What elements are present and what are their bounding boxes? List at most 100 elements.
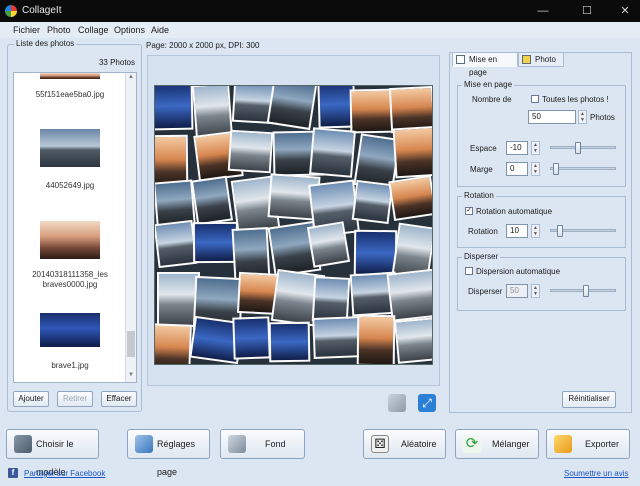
shuffle-button[interactable]: ⟳ Mélanger: [455, 429, 539, 459]
photo-thumbnail[interactable]: [40, 129, 100, 167]
collage-photo-tile[interactable]: [227, 129, 274, 174]
rotation-group-title: Rotation: [462, 191, 496, 200]
photo-count-stepper[interactable]: ▲ ▼: [578, 110, 587, 124]
export-folder-icon: [554, 435, 572, 453]
layout-group: Mise en page Nombre de Toutes les photos…: [457, 80, 626, 187]
facebook-icon[interactable]: f: [8, 468, 18, 478]
random-button[interactable]: ⚄ Aléatoire: [363, 429, 446, 459]
fit-screen-icon[interactable]: ⤢: [418, 394, 436, 412]
choose-model-button[interactable]: Choisir le modèle: [6, 429, 99, 477]
submit-review-link[interactable]: Soumettre un avis: [564, 469, 628, 478]
menu-bar: Fichier Photo Collage Options Aide: [0, 22, 640, 38]
collage-photo-tile[interactable]: [268, 321, 311, 363]
photo-thumbnail[interactable]: [40, 313, 100, 347]
collage-photo-tile[interactable]: [232, 316, 271, 360]
collage-photo-tile[interactable]: [394, 317, 432, 364]
close-button[interactable]: ✕: [612, 2, 638, 20]
rotation-input[interactable]: 10: [506, 224, 528, 238]
add-photo-button[interactable]: Ajouter: [13, 391, 49, 407]
minimize-button[interactable]: —: [530, 2, 556, 20]
clear-photos-button[interactable]: Effacer: [101, 391, 137, 407]
layout-icon: [456, 55, 465, 64]
all-photos-checkbox[interactable]: [531, 95, 539, 103]
rotation-label: Rotation: [468, 227, 498, 236]
collage-photo-tile[interactable]: [155, 219, 198, 269]
all-photos-label: Toutes les photos !: [542, 95, 609, 104]
remove-photo-button[interactable]: Retirer: [57, 391, 93, 407]
collage-photo-tile[interactable]: [190, 175, 234, 226]
dice-icon: ⚄: [371, 435, 389, 453]
template-icon: [14, 435, 32, 453]
list-item[interactable]: 20140318111358_les braves0000.jpg: [14, 270, 126, 290]
rotation-stepper[interactable]: ▲ ▼: [531, 224, 540, 238]
scatter-group: Disperser Dispersion automatique Dispers…: [457, 252, 626, 311]
margin-slider[interactable]: [550, 167, 616, 170]
collage-photo-tile[interactable]: [309, 127, 356, 178]
export-button[interactable]: Exporter: [546, 429, 630, 459]
layout-group-title: Mise en page: [462, 80, 515, 89]
scatter-label: Disperser: [468, 287, 503, 296]
margin-slider-knob[interactable]: [553, 163, 559, 175]
photo-thumbnail[interactable]: [40, 221, 100, 259]
photo-list-title: Liste des photos: [14, 39, 77, 48]
collage-photo-tile[interactable]: [392, 125, 432, 179]
reset-button[interactable]: Réinitialiser: [562, 391, 616, 408]
photo-thumbnail[interactable]: [40, 73, 100, 79]
crop-icon[interactable]: [388, 394, 406, 412]
maximize-button[interactable]: ☐: [574, 2, 600, 20]
list-item[interactable]: 44052649.jpg: [14, 181, 126, 191]
settings-panel: Mise en page Photo Mise en page Nombre d…: [449, 52, 632, 413]
scrollbar-thumb[interactable]: [127, 331, 135, 357]
list-scrollbar[interactable]: ▲ ▼: [125, 73, 136, 382]
spacing-slider[interactable]: [550, 146, 616, 149]
auto-scatter-label: Dispersion automatique: [476, 267, 561, 276]
collage-photo-tile[interactable]: [351, 179, 394, 225]
scatter-stepper[interactable]: ▲ ▼: [531, 284, 540, 298]
shuffle-arrows-icon: ⟳: [463, 435, 481, 453]
collage-photo-tile[interactable]: [266, 86, 318, 131]
photo-count-input[interactable]: 50: [528, 110, 576, 124]
spacing-label: Espace: [470, 144, 497, 153]
menu-photo[interactable]: Photo: [47, 25, 71, 35]
auto-scatter-checkbox[interactable]: [465, 267, 473, 275]
canvas-area: [147, 55, 440, 386]
background-button[interactable]: Fond: [220, 429, 305, 459]
scatter-slider-knob[interactable]: [583, 285, 589, 297]
spacing-slider-knob[interactable]: [575, 142, 581, 154]
menu-options[interactable]: Options: [114, 25, 145, 35]
scroll-down-icon[interactable]: ▼: [127, 372, 135, 380]
tab-layout[interactable]: Mise en page: [452, 52, 518, 77]
menu-fichier[interactable]: Fichier: [13, 25, 40, 35]
collage-photo-tile[interactable]: [306, 221, 351, 268]
list-item[interactable]: 55f151eae5ba0.jpg: [14, 90, 126, 100]
menu-collage[interactable]: Collage: [78, 25, 109, 35]
page-settings-button[interactable]: Réglages page: [127, 429, 210, 477]
photo-list-panel: Liste des photos 33 Photos 55f151eae5ba0…: [7, 39, 142, 412]
auto-rotation-label: Rotation automatique: [476, 207, 553, 216]
spacing-stepper[interactable]: ▲ ▼: [531, 141, 540, 155]
photo-list[interactable]: 55f151eae5ba0.jpg 44052649.jpg 201403181…: [13, 72, 137, 383]
rotation-slider-knob[interactable]: [557, 225, 563, 237]
margin-stepper[interactable]: ▲ ▼: [531, 162, 540, 176]
auto-rotation-checkbox[interactable]: ✓: [465, 207, 473, 215]
collage-photo-tile[interactable]: [386, 268, 432, 322]
scatter-input[interactable]: 50: [506, 284, 528, 298]
share-facebook-link[interactable]: Partager sur Facebook: [24, 469, 105, 478]
rotation-group: Rotation ✓ Rotation automatique Rotation…: [457, 191, 626, 248]
margin-input[interactable]: 0: [506, 162, 528, 176]
list-item[interactable]: brave1.jpg: [14, 361, 126, 371]
spacing-input[interactable]: -10: [506, 141, 528, 155]
collage-preview[interactable]: [154, 85, 433, 365]
tab-photo[interactable]: Photo: [518, 52, 564, 67]
background-image-icon: [228, 435, 246, 453]
window-title: CollageIt: [22, 5, 62, 16]
collage-photo-tile[interactable]: [155, 86, 194, 131]
collage-photo-tile[interactable]: [388, 174, 432, 222]
scroll-up-icon[interactable]: ▲: [127, 74, 135, 82]
photo-count: 33 Photos: [98, 58, 135, 67]
menu-aide[interactable]: Aide: [151, 25, 169, 35]
collage-photo-tile[interactable]: [353, 229, 398, 277]
collage-photo-tile[interactable]: [356, 314, 396, 364]
scatter-group-title: Disperser: [462, 252, 501, 261]
collage-photo-tile[interactable]: [155, 323, 192, 364]
